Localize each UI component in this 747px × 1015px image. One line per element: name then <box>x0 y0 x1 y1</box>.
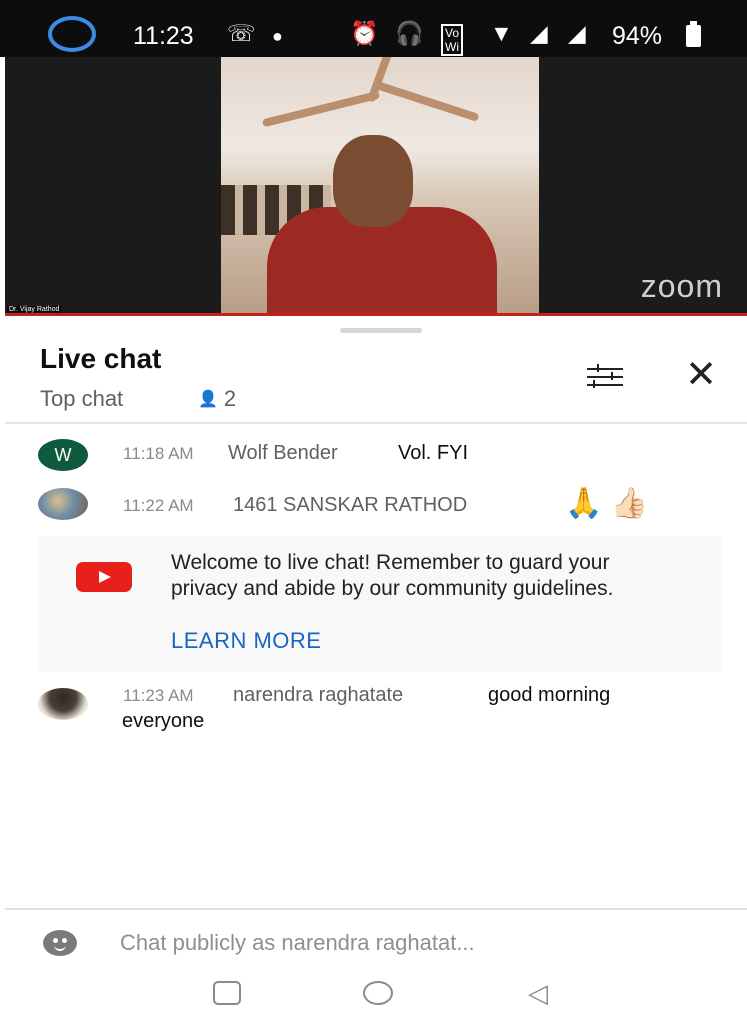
message-time: 11:23 AM <box>123 686 194 705</box>
status-time: 11:23 <box>133 22 194 50</box>
live-chat-panel: Live chat Top chat 👤 2 ✕ W 11:18 AM Wolf … <box>5 316 747 910</box>
ceiling-fan <box>261 90 381 128</box>
vowifi-icon: Vo Wi <box>441 24 464 56</box>
chat-title: Live chat <box>40 343 162 374</box>
message-author[interactable]: narendra raghatate <box>233 684 403 707</box>
dot-icon: ● <box>272 26 283 46</box>
missed-call-icon: ☏ <box>227 20 256 46</box>
learn-more-link[interactable]: LEARN MORE <box>171 628 321 654</box>
viewer-count: 👤 2 <box>198 386 236 412</box>
speaker-head <box>333 135 413 227</box>
chat-mode-selector[interactable]: Top chat <box>40 386 123 412</box>
participant-name: Dr. Vijay Rathod <box>7 306 62 313</box>
close-button[interactable]: ✕ <box>681 356 721 394</box>
message-text-continued: everyone <box>122 710 205 732</box>
header-divider <box>5 422 747 424</box>
navigation-bar: ◁ <box>0 972 747 1015</box>
message-text: Vol. FYI <box>398 442 469 464</box>
chat-input-bar <box>5 910 747 972</box>
status-bar: 11:23 ☏ ● ⏰ 🎧 Vo Wi ▼ ◢ ◢ 94% <box>0 0 747 57</box>
signal-icon: ◢ <box>568 20 586 46</box>
recent-apps-icon[interactable] <box>213 981 241 1005</box>
viewer-count-value: 2 <box>223 386 237 411</box>
wifi-icon: ▼ <box>490 20 513 46</box>
avatar[interactable]: W <box>38 439 88 471</box>
message-time: 11:22 AM <box>123 496 194 515</box>
assistant-ring-icon <box>48 16 96 52</box>
zoom-watermark: zoom <box>640 268 723 304</box>
alarm-icon: ⏰ <box>350 20 379 46</box>
person-icon: 👤 <box>198 391 218 408</box>
filter-button[interactable] <box>583 361 625 391</box>
back-icon[interactable]: ◁ <box>528 980 548 1006</box>
ceiling-fan <box>366 57 396 103</box>
home-icon[interactable] <box>363 981 393 1005</box>
drag-handle[interactable] <box>340 328 422 333</box>
message-time: 11:18 AM <box>123 444 194 463</box>
emoji-icon[interactable] <box>43 930 77 956</box>
chat-input[interactable] <box>120 926 720 960</box>
battery-icon <box>686 21 701 47</box>
message-text: good morning <box>488 684 611 706</box>
youtube-logo-icon <box>76 562 132 592</box>
headphones-icon: 🎧 <box>395 20 424 46</box>
welcome-banner: Welcome to live chat! Remember to guard … <box>38 536 721 672</box>
signal-icon: ◢ <box>530 20 548 46</box>
message-author[interactable]: Wolf Bender <box>228 442 338 465</box>
video-frame <box>221 57 539 315</box>
screen: 11:23 ☏ ● ⏰ 🎧 Vo Wi ▼ ◢ ◢ 94% Dr. Vijay R… <box>0 0 747 1015</box>
message-text: 🙏 👍🏻 <box>565 487 649 520</box>
battery-percent: 94% <box>612 22 663 50</box>
video-player[interactable]: Dr. Vijay Rathod zoom <box>5 57 747 315</box>
avatar[interactable] <box>38 488 88 520</box>
avatar[interactable] <box>38 688 88 720</box>
message-author[interactable]: 1461 SANSKAR RATHOD <box>233 494 467 517</box>
ceiling-fan <box>372 80 480 122</box>
welcome-text: Welcome to live chat! Remember to guard … <box>171 551 614 600</box>
